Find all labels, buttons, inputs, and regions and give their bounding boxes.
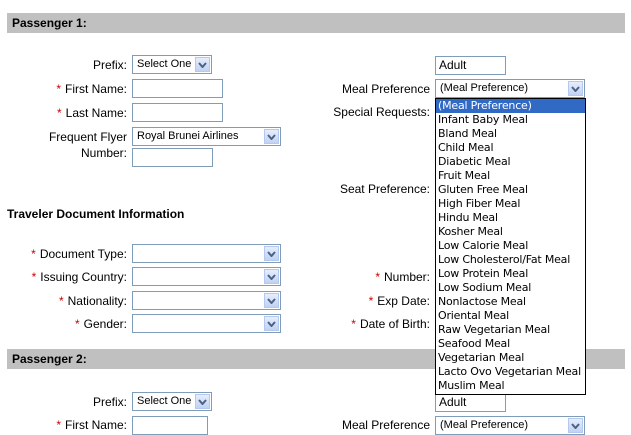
frequent-flyer-number-input[interactable] — [132, 148, 213, 167]
required-mark: * — [31, 247, 36, 261]
document-type-label: * Document Type: — [31, 247, 127, 261]
meal-option[interactable]: Nonlactose Meal — [436, 295, 585, 309]
exp-date-label: * Exp Date: — [368, 294, 430, 308]
meal-preference-label: Meal Preference — [341, 82, 430, 96]
p2-meal-preference-select[interactable]: (Meal Preference) — [435, 416, 585, 435]
p2-first-name-input[interactable] — [132, 416, 208, 435]
chevron-down-icon[interactable] — [568, 81, 583, 96]
meal-preference-value: (Meal Preference) — [440, 82, 529, 94]
last-name-input[interactable] — [132, 103, 223, 122]
p2-prefix-select[interactable]: Select One — [132, 392, 212, 411]
p2-meal-preference-value: (Meal Preference) — [440, 419, 529, 431]
first-name-input[interactable] — [132, 79, 223, 98]
meal-option[interactable]: Low Calorie Meal — [436, 239, 585, 253]
meal-option[interactable]: Hindu Meal — [436, 211, 585, 225]
date-of-birth-label: * Date of Birth: — [351, 317, 430, 331]
required-mark: * — [56, 82, 61, 96]
meal-option[interactable]: Fruit Meal — [436, 169, 585, 183]
chevron-down-icon[interactable] — [195, 394, 210, 409]
traveler-document-heading: Traveler Document Information — [7, 207, 185, 221]
required-mark: * — [368, 294, 374, 308]
meal-option[interactable]: Gluten Free Meal — [436, 183, 585, 197]
required-mark: * — [31, 270, 37, 284]
seat-preference-label: Seat Preference: — [339, 182, 430, 196]
required-mark: * — [74, 317, 80, 331]
p2-prefix-label: Prefix: — [92, 395, 127, 409]
required-mark: * — [351, 317, 356, 331]
meal-option[interactable]: High Fiber Meal — [436, 197, 585, 211]
meal-option[interactable]: Bland Meal — [436, 127, 585, 141]
meal-option[interactable]: Low Sodium Meal — [436, 281, 585, 295]
meal-option[interactable]: Oriental Meal — [436, 309, 585, 323]
gender-select[interactable] — [132, 314, 281, 333]
required-mark: * — [375, 270, 380, 284]
meal-option[interactable]: Low Protein Meal — [436, 267, 585, 281]
meal-option[interactable]: Low Cholesterol/Fat Meal — [436, 253, 585, 267]
meal-preference-select[interactable]: (Meal Preference) — [435, 79, 585, 98]
passenger-1-header: Passenger 1: — [7, 13, 625, 33]
chevron-down-icon[interactable] — [195, 57, 210, 72]
meal-option[interactable]: Diabetic Meal — [436, 155, 585, 169]
chevron-down-icon[interactable] — [264, 246, 279, 261]
prefix-label: Prefix: — [92, 58, 127, 72]
p2-first-name-label: * First Name: — [56, 418, 127, 432]
meal-option[interactable]: Seafood Meal — [436, 337, 585, 351]
nationality-label: * Nationality: — [58, 294, 127, 308]
meal-option[interactable]: Infant Baby Meal — [436, 113, 585, 127]
prefix-select[interactable]: Select One — [132, 55, 212, 74]
meal-option[interactable]: Child Meal — [436, 141, 585, 155]
prefix-select-value: Select One — [137, 58, 192, 70]
document-type-select[interactable] — [132, 244, 281, 263]
chevron-down-icon[interactable] — [264, 269, 279, 284]
first-name-label: * First Name: — [56, 82, 127, 96]
p2-meal-preference-label: Meal Preference — [341, 418, 430, 432]
p2-prefix-select-value: Select One — [137, 395, 192, 407]
document-number-label: * Number: — [375, 270, 430, 284]
frequent-flyer-airline-select[interactable]: Royal Brunei Airlines — [132, 127, 281, 146]
required-mark: * — [56, 418, 61, 432]
chevron-down-icon[interactable] — [264, 293, 279, 308]
passenger-type-field: Adult — [435, 56, 506, 75]
meal-preference-dropdown-list[interactable]: (Meal Preference) Infant Baby Meal Bland M… — [435, 98, 586, 395]
frequent-flyer-airline-value: Royal Brunei Airlines — [137, 130, 239, 142]
issuing-country-label: * Issuing Country: — [31, 270, 127, 284]
chevron-down-icon[interactable] — [568, 418, 583, 433]
meal-option[interactable]: Muslim Meal — [436, 379, 585, 393]
required-mark: * — [56, 106, 62, 120]
issuing-country-select[interactable] — [132, 267, 281, 286]
chevron-down-icon[interactable] — [264, 129, 279, 144]
meal-option[interactable]: Raw Vegetarian Meal — [436, 323, 585, 337]
nationality-select[interactable] — [132, 291, 281, 310]
chevron-down-icon[interactable] — [264, 316, 279, 331]
required-mark: * — [58, 294, 64, 308]
gender-label: * Gender: — [74, 317, 127, 331]
frequent-flyer-number-label: Number: — [80, 146, 127, 160]
special-requests-label: Special Requests: — [333, 105, 430, 119]
meal-option[interactable]: Lacto Ovo Vegetarian Meal — [436, 365, 585, 379]
last-name-label: * Last Name: — [56, 106, 127, 120]
frequent-flyer-label: Frequent Flyer — [48, 130, 127, 144]
meal-option[interactable]: Kosher Meal — [436, 225, 585, 239]
meal-option[interactable]: (Meal Preference) — [436, 99, 585, 113]
p2-passenger-type-field: Adult — [435, 393, 506, 412]
meal-option[interactable]: Vegetarian Meal — [436, 351, 585, 365]
